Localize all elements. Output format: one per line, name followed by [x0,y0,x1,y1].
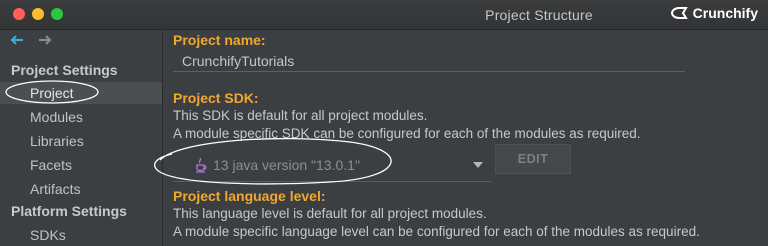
arrow-left-icon[interactable] [10,34,24,46]
project-settings-header: Project Settings [11,62,118,78]
crunchify-logo: Crunchify [669,5,758,21]
sdk-description-2: A module specific SDK can be configured … [173,126,641,141]
sdk-selected-value: 13 java version "13.0.1" [213,156,360,173]
sidebar-item-sdks[interactable]: SDKs [0,224,162,246]
arrow-right-icon[interactable] [38,34,52,46]
project-settings-panel: Project name: CrunchifyTutorials Project… [163,30,768,246]
language-level-description-1: This language level is default for all p… [173,206,487,221]
language-level-description-2: A module specific language level can be … [173,224,700,239]
platform-settings-header: Platform Settings [11,203,127,219]
title-bar: Project Structure Crunchify [0,0,768,30]
brand-text: Crunchify [692,5,758,21]
sidebar: Project Settings Project Modules Librari… [0,30,163,246]
window-title: Project Structure [485,7,593,23]
sidebar-item-artifacts[interactable]: Artifacts [0,178,162,200]
language-level-label: Project language level: [173,188,326,204]
sidebar-item-modules[interactable]: Modules [0,106,162,128]
sidebar-item-project[interactable]: Project [0,82,162,104]
crunchify-logo-icon [670,7,688,19]
java-cup-icon [196,157,207,173]
sidebar-item-facets[interactable]: Facets [0,154,162,176]
project-name-label: Project name: [173,32,266,48]
sdk-description-1: This SDK is default for all project modu… [173,108,428,123]
nav-arrows [10,34,52,46]
sidebar-item-libraries[interactable]: Libraries [0,130,162,152]
edit-sdk-button[interactable]: EDIT [495,144,571,174]
project-name-input[interactable]: CrunchifyTutorials [173,50,685,72]
chevron-down-icon[interactable] [473,162,483,168]
project-sdk-dropdown[interactable]: 13 java version "13.0.1" [173,148,491,182]
project-sdk-label: Project SDK: [173,90,259,106]
